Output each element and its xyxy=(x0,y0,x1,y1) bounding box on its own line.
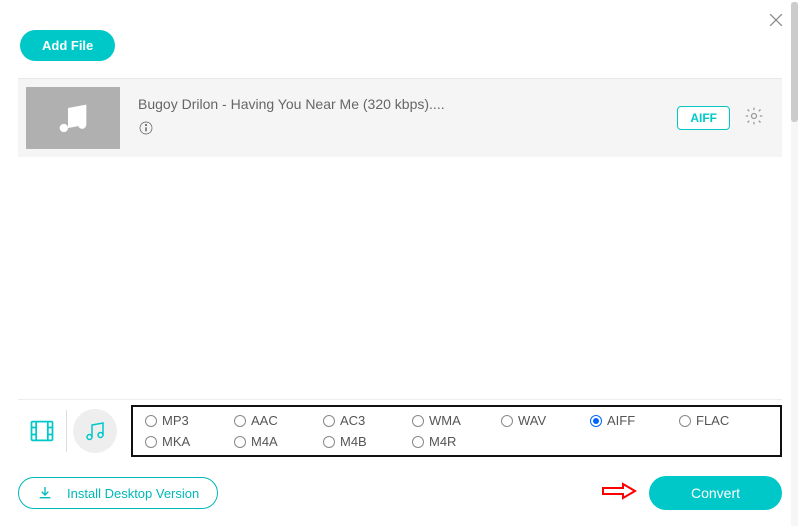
radio-icon xyxy=(145,415,157,427)
radio-icon xyxy=(145,436,157,448)
radio-icon xyxy=(234,436,246,448)
install-label: Install Desktop Version xyxy=(67,486,199,501)
format-option-m4r[interactable]: M4R xyxy=(412,434,501,449)
tab-video[interactable] xyxy=(18,406,66,456)
close-button[interactable] xyxy=(766,10,786,35)
info-icon[interactable] xyxy=(138,120,154,136)
format-label: AIFF xyxy=(607,413,635,428)
format-label: M4A xyxy=(251,434,278,449)
format-option-flac[interactable]: FLAC xyxy=(679,413,768,428)
radio-icon xyxy=(412,415,424,427)
format-label: FLAC xyxy=(696,413,729,428)
format-panel: MP3 AAC AC3 WMA WAV AIFF FLAC MKA M4A M4B M4R xyxy=(18,399,782,462)
bottom-bar: Install Desktop Version Convert xyxy=(18,476,782,510)
right-actions: Convert xyxy=(601,476,782,510)
radio-icon xyxy=(679,415,691,427)
radio-icon xyxy=(412,436,424,448)
format-label: MKA xyxy=(162,434,190,449)
formats-box: MP3 AAC AC3 WMA WAV AIFF FLAC MKA M4A M4B M4R xyxy=(131,405,782,457)
convert-button[interactable]: Convert xyxy=(649,476,782,510)
arrow-annotation-icon xyxy=(601,481,637,506)
file-info: Bugoy Drilon - Having You Near Me (320 k… xyxy=(120,96,677,141)
format-label: AAC xyxy=(251,413,278,428)
format-label: WAV xyxy=(518,413,546,428)
format-option-ac3[interactable]: AC3 xyxy=(323,413,412,428)
radio-icon xyxy=(323,415,335,427)
format-label: AC3 xyxy=(340,413,365,428)
radio-icon xyxy=(590,415,602,427)
file-thumbnail xyxy=(26,87,120,149)
settings-icon[interactable] xyxy=(744,106,764,131)
add-file-button[interactable]: Add File xyxy=(20,30,115,61)
file-title: Bugoy Drilon - Having You Near Me (320 k… xyxy=(138,96,677,112)
format-label: M4R xyxy=(429,434,456,449)
format-label: MP3 xyxy=(162,413,189,428)
format-option-m4b[interactable]: M4B xyxy=(323,434,412,449)
format-option-wav[interactable]: WAV xyxy=(501,413,590,428)
install-desktop-button[interactable]: Install Desktop Version xyxy=(18,477,218,509)
tab-area xyxy=(18,400,123,462)
tab-audio[interactable] xyxy=(73,409,117,453)
format-label: M4B xyxy=(340,434,367,449)
format-badge[interactable]: AIFF xyxy=(677,106,730,130)
format-option-aac[interactable]: AAC xyxy=(234,413,323,428)
radio-icon xyxy=(234,415,246,427)
file-item: Bugoy Drilon - Having You Near Me (320 k… xyxy=(18,79,782,157)
format-option-wma[interactable]: WMA xyxy=(412,413,501,428)
format-option-m4a[interactable]: M4A xyxy=(234,434,323,449)
scrollbar-thumb[interactable] xyxy=(791,2,798,122)
format-option-mp3[interactable]: MP3 xyxy=(145,413,234,428)
file-actions: AIFF xyxy=(677,106,774,131)
file-list: Bugoy Drilon - Having You Near Me (320 k… xyxy=(18,78,782,157)
tab-divider xyxy=(66,410,67,452)
radio-icon xyxy=(323,436,335,448)
radio-icon xyxy=(501,415,513,427)
format-label: WMA xyxy=(429,413,461,428)
format-option-mka[interactable]: MKA xyxy=(145,434,234,449)
format-option-aiff[interactable]: AIFF xyxy=(590,413,679,428)
scrollbar[interactable] xyxy=(791,2,798,526)
